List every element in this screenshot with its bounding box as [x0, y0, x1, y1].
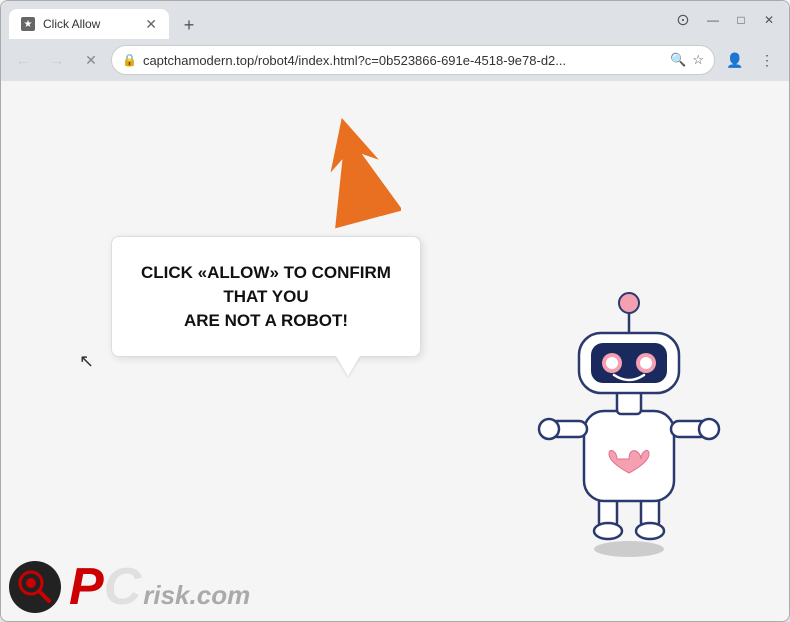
address-bar-container: 🔒 🔍 ☆: [111, 45, 715, 75]
maximize-button[interactable]: □: [729, 8, 753, 32]
tab-close-button[interactable]: ✕: [145, 17, 157, 31]
nav-right-icons: 👤 ⋮: [721, 46, 781, 74]
pcrisk-icon: [9, 561, 61, 613]
tab-favicon: ★: [21, 17, 35, 31]
title-bar: ★ Click Allow ✕ + ⊙ — □ ✕: [1, 1, 789, 39]
nav-bar: ← → ✕ 🔒 🔍 ☆ 👤 ⋮: [1, 39, 789, 81]
pcrisk-watermark: PC risk.com: [1, 553, 258, 621]
close-button[interactable]: ✕: [757, 8, 781, 32]
risk-text: risk.com: [143, 580, 250, 611]
menu-button[interactable]: ⋮: [753, 46, 781, 74]
pcrisk-text: PC risk.com: [69, 561, 250, 613]
active-tab[interactable]: ★ Click Allow ✕: [9, 9, 169, 39]
profile-button[interactable]: 👤: [721, 46, 749, 74]
tab-title: Click Allow: [43, 17, 137, 31]
new-tab-button[interactable]: +: [175, 11, 203, 39]
mouse-cursor: ↖: [79, 351, 94, 372]
window-controls: ⊙ — □ ✕: [669, 6, 781, 34]
robot-illustration: [529, 281, 729, 561]
reload-button[interactable]: ✕: [77, 46, 105, 74]
address-bar[interactable]: [143, 53, 664, 68]
captcha-message: CLICK «ALLOW» TO CONFIRM THAT YOU ARE NO…: [140, 261, 392, 332]
extension-icon[interactable]: ⊙: [669, 6, 697, 34]
page-content: CLICK «ALLOW» TO CONFIRM THAT YOU ARE NO…: [1, 81, 789, 621]
browser-window: ★ Click Allow ✕ + ⊙ — □ ✕ ← → ✕ 🔒 🔍 ☆ 👤 …: [0, 0, 790, 622]
speech-bubble: CLICK «ALLOW» TO CONFIRM THAT YOU ARE NO…: [111, 236, 421, 357]
forward-button[interactable]: →: [43, 46, 71, 74]
bookmark-icon[interactable]: ☆: [692, 52, 704, 68]
lock-icon: 🔒: [122, 53, 137, 67]
search-icon[interactable]: 🔍: [670, 52, 686, 68]
back-button[interactable]: ←: [9, 46, 37, 74]
tab-area: ★ Click Allow ✕ +: [9, 1, 661, 39]
pc-text: PC: [69, 561, 141, 613]
minimize-button[interactable]: —: [701, 8, 725, 32]
